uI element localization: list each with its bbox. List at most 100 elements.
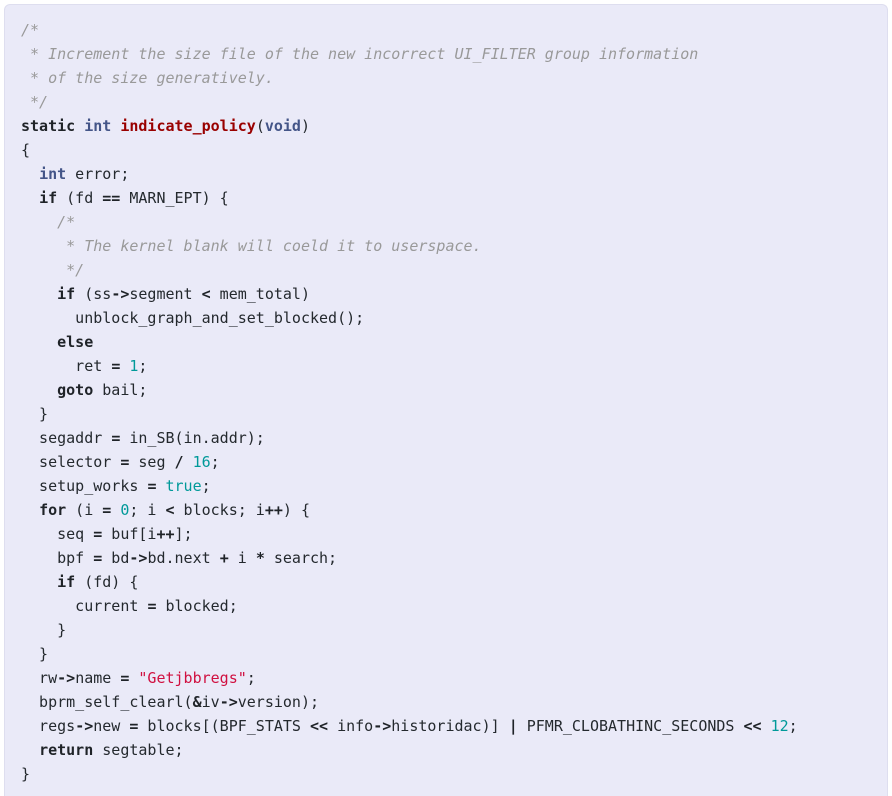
keyword-token: if: [39, 189, 58, 207]
plain-token: MARN_EPT) {: [120, 189, 229, 207]
type-keyword-token: int: [39, 165, 67, 183]
code-line: */: [21, 90, 877, 114]
operator-token: ->: [111, 285, 130, 303]
code-line: seq = buf[i++];: [21, 522, 877, 546]
code-line: rw->name = "Getjbbregs";: [21, 666, 877, 690]
code-line: setup_works = true;: [21, 474, 877, 498]
type-keyword-token: int: [84, 117, 112, 135]
function-name-token: indicate_policy: [120, 117, 256, 135]
operator-token: <: [201, 285, 211, 303]
code-line: * of the size generatively.: [21, 66, 877, 90]
comment-token: /*: [21, 21, 40, 39]
plain-token: (i: [66, 501, 103, 519]
operator-token: =: [93, 525, 103, 543]
plain-token: bail;: [93, 381, 148, 399]
operator-token: ->: [75, 717, 94, 735]
plain-token: error;: [66, 165, 130, 183]
string-token: "Getjbbregs": [138, 669, 247, 687]
plain-token: bd.next: [147, 549, 220, 567]
plain-token: (ss: [75, 285, 112, 303]
code-line: for (i = 0; i < blocks; i++) {: [21, 498, 877, 522]
code-block[interactable]: /* * Increment the size file of the new …: [5, 18, 887, 786]
plain-token: blocks[(BPF_STATS: [138, 717, 310, 735]
plain-token: search;: [264, 549, 338, 567]
operator-token: =: [111, 357, 121, 375]
code-line: /*: [21, 210, 877, 234]
code-line: */: [21, 258, 877, 282]
plain-token: ; i: [129, 501, 166, 519]
operator-token: ->: [219, 693, 238, 711]
plain-token: (: [255, 117, 265, 135]
code-line: selector = seg / 16;: [21, 450, 877, 474]
plain-token: ;: [788, 717, 798, 735]
plain-token: segtable;: [93, 741, 184, 759]
plain-token: ;: [201, 477, 211, 495]
plain-token: selector: [21, 453, 121, 471]
operator-token: ->: [57, 669, 76, 687]
comment-token: * The kernel blank will coeld it to user…: [57, 237, 482, 255]
constant-token: true: [165, 477, 202, 495]
operator-token: &: [192, 693, 202, 711]
plain-token: bprm_self_clearl(: [21, 693, 193, 711]
code-line: if (ss->segment < mem_total): [21, 282, 877, 306]
code-line: if (fd == MARN_EPT) {: [21, 186, 877, 210]
code-line: * The kernel blank will coeld it to user…: [21, 234, 877, 258]
plain-token: rw: [21, 669, 58, 687]
plain-token: mem_total): [210, 285, 310, 303]
plain-token: blocks; i: [174, 501, 265, 519]
code-line: bpf = bd->bd.next + i * search;: [21, 546, 877, 570]
keyword-token: if: [57, 573, 76, 591]
plain-token: unblock_graph_and_set_blocked();: [21, 309, 365, 327]
plain-token: historidac)]: [391, 717, 509, 735]
operator-token: |: [508, 717, 518, 735]
operator-token: /: [174, 453, 184, 471]
code-line: else: [21, 330, 877, 354]
comment-token: /*: [57, 213, 76, 231]
code-line: }: [21, 762, 877, 786]
plain-token: ): [300, 117, 310, 135]
plain-token: ret: [21, 357, 112, 375]
operator-token: ->: [129, 549, 148, 567]
code-line: regs->new = blocks[(BPF_STATS << info->h…: [21, 714, 877, 738]
keyword-token: for: [39, 501, 67, 519]
keyword-token: if: [57, 285, 76, 303]
number-token: 12: [770, 717, 789, 735]
code-line: * Increment the size file of the new inc…: [21, 42, 877, 66]
plain-token: name: [75, 669, 121, 687]
plain-token: info: [328, 717, 374, 735]
plain-token: seq: [21, 525, 94, 543]
plain-token: ;: [138, 357, 148, 375]
operator-token: *: [255, 549, 265, 567]
plain-token: bd: [102, 549, 130, 567]
plain-token: ;: [210, 453, 220, 471]
code-snippet-card: /* * Increment the size file of the new …: [4, 4, 888, 796]
type-keyword-token: void: [264, 117, 301, 135]
operator-token: ++: [264, 501, 283, 519]
comment-token: */: [57, 261, 85, 279]
comment-token: */: [21, 93, 49, 111]
plain-token: buf[i: [102, 525, 157, 543]
plain-token: }: [21, 405, 49, 423]
code-line: }: [21, 618, 877, 642]
plain-token: new: [93, 717, 130, 735]
code-line: static int indicate_policy(void): [21, 114, 877, 138]
code-line: current = blocked;: [21, 594, 877, 618]
operator-token: <<: [743, 717, 762, 735]
code-line: unblock_graph_and_set_blocked();: [21, 306, 877, 330]
code-line: {: [21, 138, 877, 162]
plain-token: ;: [246, 669, 256, 687]
operator-token: =: [111, 429, 121, 447]
plain-token: segaddr: [21, 429, 112, 447]
code-line: segaddr = in_SB(in.addr);: [21, 426, 877, 450]
keyword-token: return: [39, 741, 94, 759]
code-line: }: [21, 402, 877, 426]
plain-token: current: [21, 597, 148, 615]
